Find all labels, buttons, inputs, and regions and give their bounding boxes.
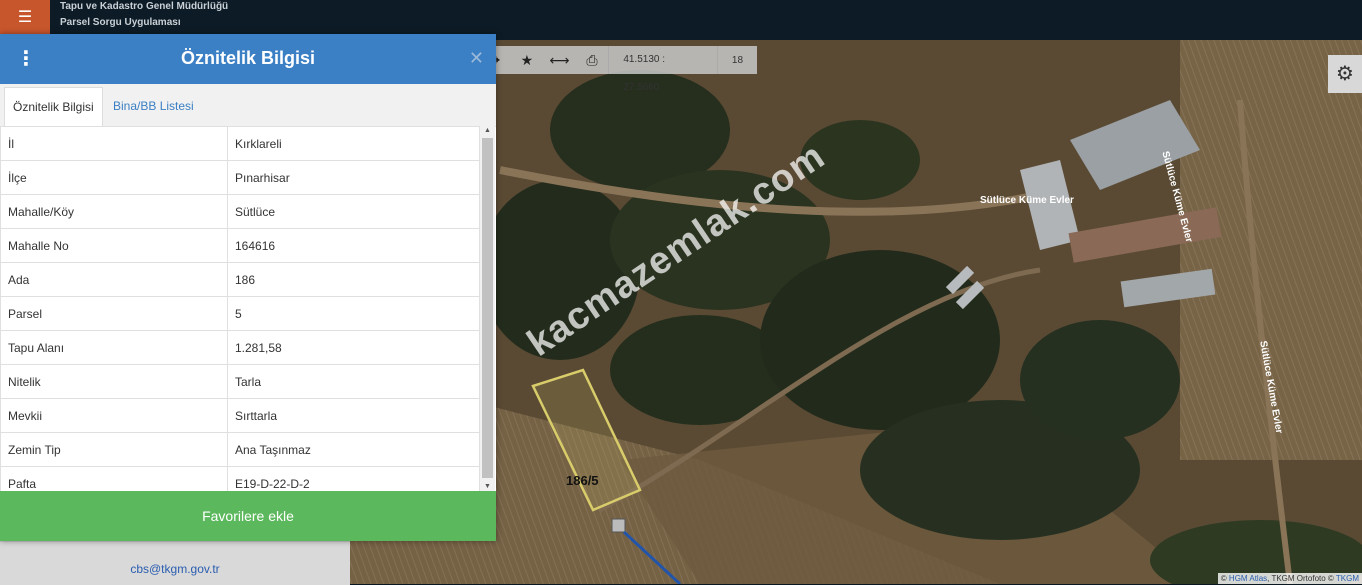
star-icon: ★ [520, 51, 534, 68]
attribute-key: Parsel [0, 296, 228, 331]
attribute-value: Sütlüce [227, 194, 480, 229]
gear-icon: ⚙ [1336, 63, 1354, 85]
attribute-value: Ana Taşınmaz [227, 432, 480, 467]
map-toolbar: ✥ ★ ⟷ ⎙ 41.5130 : 27.5660 18 [478, 46, 757, 93]
attribute-value: Tarla [227, 364, 480, 399]
copyright-mid: , TKGM Ortofoto © [1267, 574, 1336, 583]
tkgm-link[interactable]: TKGM [1336, 574, 1359, 583]
table-row: Tapu Alanı 1.281,58 [0, 330, 480, 365]
hgm-atlas-link[interactable]: HGM Atlas [1229, 574, 1267, 583]
table-row: Mahalle No 164616 [0, 228, 480, 263]
attribute-key: Nitelik [0, 364, 228, 399]
scrollbar-thumb[interactable] [482, 138, 493, 478]
attribute-value: 1.281,58 [227, 330, 480, 365]
table-row: Zemin Tip Ana Taşınmaz [0, 432, 480, 467]
table-row: Mahalle/Köy Sütlüce [0, 194, 480, 229]
favorite-tool-button[interactable]: ★ [511, 52, 544, 69]
attribute-value: Pınarhisar [227, 160, 480, 195]
zoom-level: 18 [731, 54, 744, 66]
table-row: Ada 186 [0, 262, 480, 297]
contact-email[interactable]: cbs@tkgm.gov.tr [0, 562, 350, 576]
attribute-value: 164616 [227, 228, 480, 263]
map-copyright: © HGM Atlas, TKGM Ortofoto © TKGM [1217, 573, 1362, 584]
attribute-key: İlçe [0, 160, 228, 195]
attribute-key: Pafta [0, 466, 228, 491]
attribute-value: 5 [227, 296, 480, 331]
copyright-prefix: © [1220, 574, 1229, 583]
close-icon[interactable]: ✕ [469, 48, 484, 69]
dialog-header: ⋮ Öznitelik Bilgisi ✕ [0, 34, 496, 84]
hamburger-icon: ☰ [17, 9, 33, 26]
table-row: Parsel 5 [0, 296, 480, 331]
attribute-value: 186 [227, 262, 480, 297]
tab-attributes[interactable]: Öznitelik Bilgisi [4, 87, 103, 127]
attribute-value: Kırklareli [227, 126, 480, 161]
table-row: İlçe Pınarhisar [0, 160, 480, 195]
tab-building-list[interactable]: Bina/BB Listesi [105, 87, 202, 125]
print-button[interactable]: ⎙ [576, 52, 609, 69]
settings-button[interactable]: ⚙ [1328, 55, 1362, 93]
coordinate-readout: 41.5130 : 27.5660 [608, 46, 718, 93]
attribute-value: E19-D-22-D-2 [227, 466, 480, 491]
printer-icon: ⎙ [586, 51, 598, 68]
add-favorite-button[interactable]: Favorilere ekle [0, 491, 496, 541]
table-row: İl Kırklareli [0, 126, 480, 161]
road-label: Sütlüce Küme Evler [980, 195, 1074, 206]
attribute-key: Mahalle No [0, 228, 228, 263]
scroll-down-icon[interactable]: ▼ [484, 483, 491, 490]
org-name: Tapu ve Kadastro Genel Müdürlüğü [60, 1, 229, 12]
hamburger-menu-button[interactable]: ☰ [0, 0, 50, 34]
attribute-key: Mahalle/Köy [0, 194, 228, 229]
attribute-key: Mevkii [0, 398, 228, 433]
attribute-table: İl Kırklareli İlçe Pınarhisar Mahalle/Köy Süt… [0, 126, 480, 491]
attribute-table-container[interactable]: İl Kırklareli İlçe Pınarhisar Mahalle/Köy Süt… [0, 126, 480, 491]
measure-tool-button[interactable]: ⟷ [543, 52, 576, 69]
app-title: Tapu ve Kadastro Genel Müdürlüğü Parsel … [60, 0, 228, 31]
table-row: Pafta E19-D-22-D-2 [0, 466, 480, 491]
attribute-key: Zemin Tip [0, 432, 228, 467]
parcel-label: 186/5 [566, 473, 599, 488]
sidebar-footer: cbs@tkgm.gov.tr [0, 541, 350, 585]
attribute-key: Tapu Alanı [0, 330, 228, 365]
scroll-up-icon[interactable]: ▲ [484, 127, 491, 134]
table-row: Mevkii Sırttarla [0, 398, 480, 433]
attribute-dialog: ⋮ Öznitelik Bilgisi ✕ Öznitelik Bilgisi … [0, 34, 496, 541]
attribute-value: Sırttarla [227, 398, 480, 433]
app-name: Parsel Sorgu Uygulaması [60, 17, 181, 28]
dialog-tabs: Öznitelik Bilgisi Bina/BB Listesi [0, 84, 496, 127]
attribute-key: İl [0, 126, 228, 161]
table-row: Nitelik Tarla [0, 364, 480, 399]
map-marker[interactable] [611, 518, 626, 533]
dialog-title: Öznitelik Bilgisi [180, 48, 316, 68]
measure-arrows-icon: ⟷ [549, 51, 570, 68]
attribute-key: Ada [0, 262, 228, 297]
scrollbar[interactable]: ▲ ▼ [480, 126, 495, 491]
